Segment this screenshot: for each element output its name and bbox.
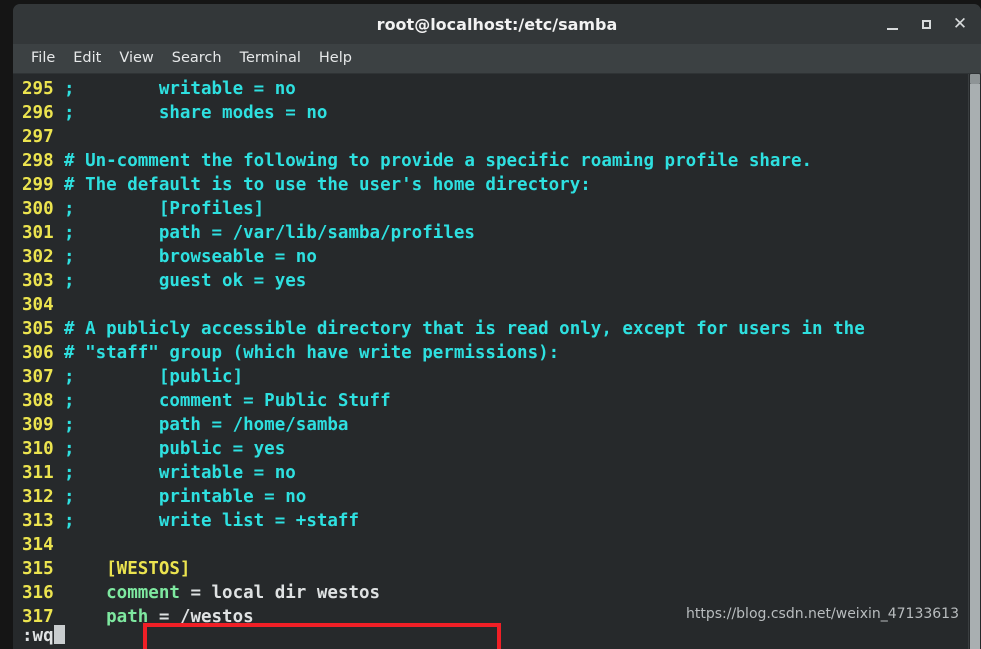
line-text: # The default is to use the user's home …: [64, 175, 591, 195]
editor-line: 303 ; guest ok = yes: [13, 269, 968, 293]
line-text: ; guest ok = yes: [64, 271, 307, 291]
line-number: 304: [22, 295, 54, 315]
line-number: 303: [22, 271, 54, 291]
line-number: 300: [22, 199, 54, 219]
editor-line: 298 # Un-comment the following to provide…: [13, 149, 968, 173]
editor-line: 300 ; [Profiles]: [13, 197, 968, 221]
editor-line: 296 ; share modes = no: [13, 101, 968, 125]
line-number: 297: [22, 127, 54, 147]
line-number: 308: [22, 391, 54, 411]
menu-bar: File Edit View Search Terminal Help: [13, 44, 981, 74]
line-text: = local dir westos: [179, 583, 381, 603]
editor-line: 299 # The default is to use the user's ho…: [13, 173, 968, 197]
line-text: ; [public]: [64, 367, 244, 387]
minimize-icon: [886, 27, 898, 30]
editor-line: 295 ; writable = no: [13, 77, 968, 101]
vertical-scrollbar[interactable]: [968, 74, 981, 649]
maximize-button[interactable]: [909, 7, 943, 41]
menu-item-search[interactable]: Search: [163, 48, 231, 69]
editor-line: 304: [13, 293, 968, 317]
scrollbar-thumb[interactable]: [970, 74, 980, 84]
line-number: 314: [22, 535, 54, 555]
line-number: 309: [22, 415, 54, 435]
line-number: 306: [22, 343, 54, 363]
line-number: 316: [22, 583, 54, 603]
line-text: [WESTOS]: [64, 559, 191, 579]
line-number: 301: [22, 223, 54, 243]
editor-line: 297: [13, 125, 968, 149]
line-text: ; printable = no: [64, 487, 307, 507]
line-text: comment: [64, 583, 180, 603]
line-text: ; comment = Public Stuff: [64, 391, 391, 411]
editor-line: 310 ; public = yes: [13, 437, 968, 461]
window-titlebar[interactable]: root@localhost:/etc/samba ✕: [13, 4, 981, 44]
line-text: ; share modes = no: [64, 103, 328, 123]
line-text: ; path = /home/samba: [64, 415, 349, 435]
vim-command-text: :wq: [22, 626, 54, 646]
window-title: root@localhost:/etc/samba: [376, 14, 618, 34]
line-text: ; writable = no: [64, 463, 296, 483]
menu-item-terminal[interactable]: Terminal: [231, 48, 310, 69]
editor-line: 301 ; path = /var/lib/samba/profiles: [13, 221, 968, 245]
text-cursor: [53, 625, 65, 644]
close-button[interactable]: ✕: [943, 7, 977, 41]
watermark-text: https://blog.csdn.net/weixin_47133613: [685, 606, 959, 622]
line-text: # Un-comment the following to provide a …: [64, 151, 813, 171]
line-number: 311: [22, 463, 54, 483]
vim-command-line[interactable]: :wq: [13, 624, 968, 649]
editor-line: 309 ; path = /home/samba: [13, 413, 968, 437]
line-text: ; path = /var/lib/samba/profiles: [64, 223, 475, 243]
scrollbar-track-filled[interactable]: [970, 84, 980, 649]
editor-line: 306 # "staff" group (which have write per…: [13, 341, 968, 365]
maximize-icon: [921, 19, 931, 29]
editor-line: 312 ; printable = no: [13, 485, 968, 509]
desktop-background: root@localhost:/etc/samba ✕ File Edit Vi…: [0, 0, 981, 649]
window-controls: ✕: [875, 4, 977, 44]
line-number: 295: [22, 79, 54, 99]
editor-line: 302 ; browseable = no: [13, 245, 968, 269]
terminal-window: root@localhost:/etc/samba ✕ File Edit Vi…: [13, 4, 981, 649]
editor-line: 311 ; writable = no: [13, 461, 968, 485]
editor-line: 307 ; [public]: [13, 365, 968, 389]
line-number: 315: [22, 559, 54, 579]
editor-line: 314: [13, 533, 968, 557]
editor-line: 313 ; write list = +staff: [13, 509, 968, 533]
line-text: # A publicly accessible directory that i…: [64, 319, 865, 339]
line-text: # "staff" group (which have write permis…: [64, 343, 560, 363]
line-text: ; write list = +staff: [64, 511, 360, 531]
line-number: 310: [22, 439, 54, 459]
line-number: 312: [22, 487, 54, 507]
minimize-button[interactable]: [875, 7, 909, 41]
editor-line: 305 # A publicly accessible directory tha…: [13, 317, 968, 341]
line-number: 298: [22, 151, 54, 171]
line-number: 299: [22, 175, 54, 195]
line-text: ; writable = no: [64, 79, 296, 99]
line-number: 296: [22, 103, 54, 123]
editor-line: 316 comment = local dir westos: [13, 581, 968, 605]
line-number: 305: [22, 319, 54, 339]
line-number: 313: [22, 511, 54, 531]
editor-line: 315 [WESTOS]: [13, 557, 968, 581]
menu-item-edit[interactable]: Edit: [64, 48, 110, 69]
menu-item-help[interactable]: Help: [310, 48, 361, 69]
vim-editor-viewport[interactable]: 295; writable = no 296; share modes = no 2…: [13, 74, 968, 649]
line-text: ; public = yes: [64, 439, 286, 459]
close-icon: ✕: [952, 14, 968, 34]
menu-item-view[interactable]: View: [110, 48, 162, 69]
line-number: 302: [22, 247, 54, 267]
terminal-body: 295; writable = no 296; share modes = no 2…: [13, 74, 981, 649]
line-number: 307: [22, 367, 54, 387]
editor-line: 308 ; comment = Public Stuff: [13, 389, 968, 413]
menu-item-file[interactable]: File: [22, 48, 64, 69]
line-text: ; [Profiles]: [64, 199, 265, 219]
line-text: ; browseable = no: [64, 247, 317, 267]
